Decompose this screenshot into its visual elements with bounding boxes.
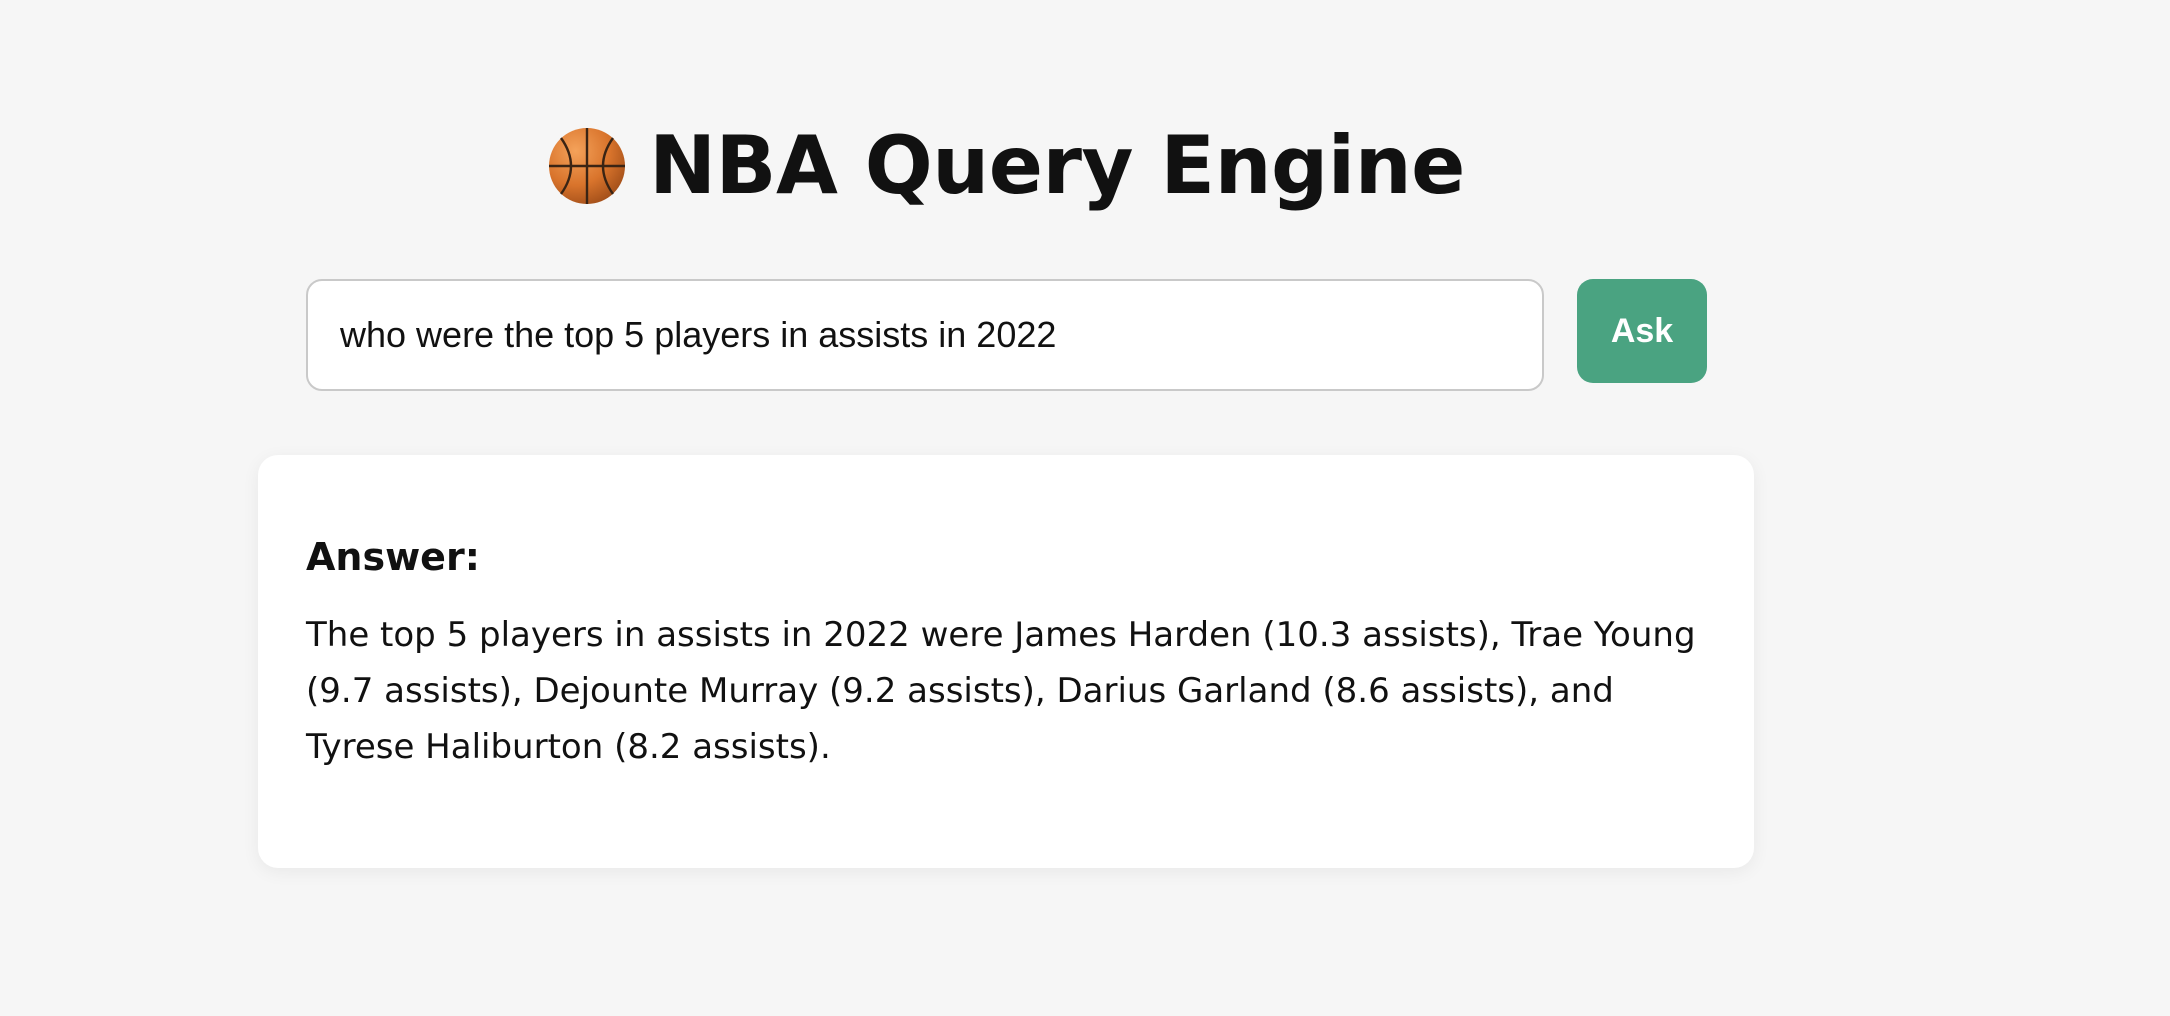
basketball-icon — [549, 128, 626, 204]
header: NBA Query Engine — [0, 118, 2012, 214]
page-title: NBA Query Engine — [649, 119, 1465, 212]
answer-card: Answer: The top 5 players in assists in … — [258, 455, 1754, 868]
query-input[interactable] — [306, 279, 1544, 391]
answer-text: The top 5 players in assists in 2022 wer… — [306, 615, 1696, 767]
page: NBA Query Engine Ask Answer: The top 5 p… — [0, 0, 2170, 1016]
ask-button[interactable]: Ask — [1577, 279, 1707, 383]
answer-heading: Answer: — [306, 535, 480, 579]
